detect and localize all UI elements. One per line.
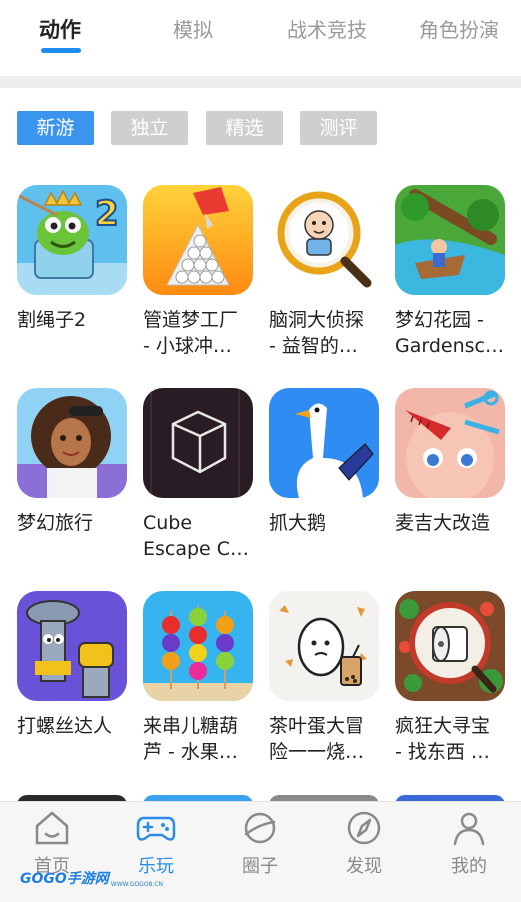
app-name: 管道梦工厂 - 小球冲… bbox=[143, 309, 239, 357]
magnifier-detective-icon[interactable] bbox=[269, 185, 379, 295]
screw-master-icon[interactable] bbox=[17, 591, 127, 701]
planet-icon bbox=[244, 812, 276, 844]
nav-circle[interactable]: 圈子 bbox=[208, 802, 312, 902]
watermark-url: WWW.GOGO8.CN bbox=[110, 880, 163, 888]
tab-tactical[interactable]: 战术竞技 bbox=[287, 14, 367, 43]
nav-circle-label: 圈子 bbox=[242, 856, 278, 877]
tab-roleplay[interactable]: 角色扮演 bbox=[419, 14, 499, 43]
person-icon bbox=[453, 812, 485, 846]
cut-the-rope-2-icon[interactable]: 2 bbox=[17, 185, 127, 295]
tea-egg-icon[interactable] bbox=[269, 591, 379, 701]
category-tabs: 动作 模拟 战术竞技 角色扮演 bbox=[0, 0, 521, 70]
app-name: 割绳子2 bbox=[17, 309, 87, 331]
active-tab-indicator bbox=[41, 48, 81, 53]
treasure-hunt-icon[interactable] bbox=[395, 591, 505, 701]
travel-girl-icon[interactable] bbox=[17, 388, 127, 498]
compass-icon bbox=[347, 811, 381, 845]
chip-featured[interactable]: 精选 bbox=[206, 111, 283, 145]
watermark-logo: GOGO手游网 bbox=[20, 871, 109, 887]
chip-indie[interactable]: 独立 bbox=[111, 111, 188, 145]
section-divider bbox=[0, 76, 521, 88]
app-name: 麦吉大改造 bbox=[395, 512, 491, 534]
nav-discover[interactable]: 发现 bbox=[312, 802, 416, 902]
nav-discover-label: 发现 bbox=[346, 856, 382, 877]
gamepad-icon bbox=[136, 816, 176, 841]
app-name: 梦幻旅行 bbox=[17, 512, 94, 534]
chip-new[interactable]: 新游 bbox=[17, 111, 94, 145]
home-icon bbox=[35, 811, 69, 845]
app-name: 脑洞大侦探 - 益智的… bbox=[269, 309, 365, 357]
app-name: 打螺丝达人 bbox=[17, 715, 113, 737]
goose-icon[interactable] bbox=[269, 388, 379, 498]
tab-action[interactable]: 动作 bbox=[39, 14, 81, 44]
nav-mine[interactable]: 我的 bbox=[417, 802, 521, 902]
chip-review[interactable]: 测评 bbox=[300, 111, 377, 145]
garden-boat-icon[interactable] bbox=[395, 185, 505, 295]
candied-fruit-icon[interactable] bbox=[143, 591, 253, 701]
app-name: 抓大鹅 bbox=[269, 512, 327, 534]
nav-mine-label: 我的 bbox=[451, 856, 487, 877]
app-name: 疯狂大寻宝 - 找东西 … bbox=[395, 715, 491, 763]
makeover-icon[interactable] bbox=[395, 388, 505, 498]
cube-escape-icon[interactable] bbox=[143, 388, 253, 498]
svg-text:2: 2 bbox=[95, 194, 119, 234]
app-name: 茶叶蛋大冒 险一一烧… bbox=[269, 715, 365, 763]
tab-simulation[interactable]: 模拟 bbox=[173, 14, 213, 43]
app-name: Cube Escape C… bbox=[143, 512, 250, 560]
pipe-balls-icon[interactable] bbox=[143, 185, 253, 295]
app-name: 梦幻花园 - Gardensc… bbox=[395, 309, 504, 357]
app-name: 来串儿糖葫 芦 - 水果… bbox=[143, 715, 239, 763]
site-watermark: GOGO手游网 WWW.GOGO8.CN bbox=[20, 866, 163, 890]
